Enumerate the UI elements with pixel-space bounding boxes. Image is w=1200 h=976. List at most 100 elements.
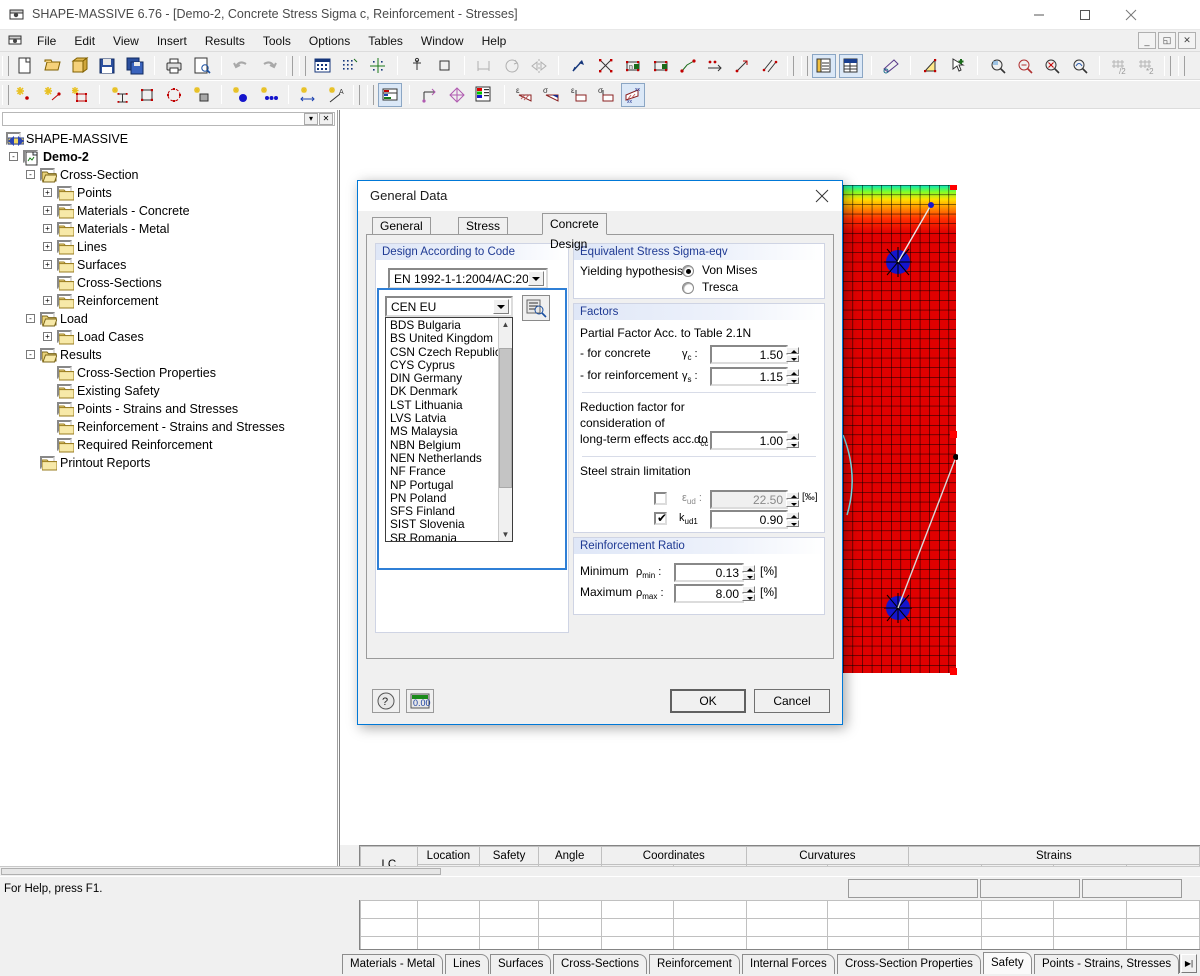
section-shape-icon[interactable] (919, 54, 943, 78)
i-section-icon[interactable] (108, 83, 132, 107)
toolbar-grip[interactable] (366, 85, 374, 105)
kud-field[interactable]: 0.90 (710, 510, 799, 529)
table-cell-empty[interactable] (980, 918, 1055, 937)
table-cell-empty[interactable] (673, 936, 748, 949)
tab-general-data[interactable]: General Data (372, 217, 431, 250)
table-cell-empty[interactable] (600, 936, 675, 949)
table-cell-empty[interactable] (980, 936, 1055, 949)
view-render-icon[interactable] (879, 54, 903, 78)
tree-expander-icon[interactable]: - (26, 314, 35, 323)
tree-item[interactable]: + Load Cases (6, 328, 333, 346)
navigator-close-button[interactable]: ✕ (319, 113, 333, 125)
tree-expander-icon[interactable]: + (43, 242, 52, 251)
tree-item[interactable]: + Materials - Metal (6, 220, 333, 238)
table-cell-empty[interactable] (1126, 900, 1200, 919)
extend-line-icon[interactable] (703, 54, 727, 78)
menu-help[interactable]: Help (473, 32, 516, 50)
table-cell-empty[interactable] (600, 900, 675, 919)
tab-stress-points[interactable]: Stress Points (458, 217, 509, 250)
tree-expander-icon[interactable]: - (26, 170, 35, 179)
redo-icon[interactable] (257, 54, 281, 78)
table-cell-empty[interactable] (1126, 936, 1200, 949)
tree-item[interactable]: + Lines (6, 238, 333, 256)
toolbar-grip[interactable] (2, 56, 9, 76)
table-cell-empty[interactable] (360, 936, 418, 949)
table-cell-empty[interactable] (360, 918, 418, 937)
menu-insert[interactable]: Insert (148, 32, 196, 50)
reinforcement-factor-spinner[interactable] (786, 369, 799, 384)
table-cell-empty[interactable] (479, 936, 539, 949)
zoom-window-icon[interactable] (986, 54, 1010, 78)
rect-section-icon[interactable] (135, 83, 159, 107)
national-annex-option[interactable]: SR Romania (386, 531, 498, 541)
menu-edit[interactable]: Edit (65, 32, 104, 50)
delete-node-icon[interactable] (594, 54, 618, 78)
national-annex-combo[interactable]: CEN EU (385, 296, 513, 317)
table-cell-empty[interactable] (537, 900, 602, 919)
grid-double-icon[interactable]: *2 (1135, 54, 1159, 78)
tree-item[interactable]: Existing Safety (6, 382, 333, 400)
table-cell-empty[interactable] (826, 936, 909, 949)
horizontal-scrollbar[interactable] (0, 866, 1200, 876)
tree-expander-icon[interactable]: + (43, 296, 52, 305)
tab-concrete-design[interactable]: Concrete Design (542, 213, 607, 251)
principal-axes-icon[interactable] (445, 83, 469, 107)
scroll-down-icon[interactable]: ▼ (499, 528, 512, 541)
cross-section-props-icon[interactable] (377, 83, 402, 107)
rho-max-field[interactable]: 8.00 (674, 584, 755, 603)
tree-expander-icon[interactable]: + (43, 206, 52, 215)
dialog-titlebar[interactable]: General Data (358, 181, 842, 211)
national-annex-option[interactable]: NF France (386, 464, 498, 478)
tree-item[interactable]: - Load (6, 310, 333, 328)
tree-item[interactable]: + Points (6, 184, 333, 202)
kud-checkbox[interactable] (654, 511, 667, 525)
table-cell-empty[interactable] (980, 900, 1055, 919)
concrete-factor-field[interactable]: 1.50 (710, 345, 799, 364)
toolbar-grip[interactable] (800, 56, 808, 76)
save-all-icon[interactable] (123, 54, 147, 78)
toolbar-grip[interactable] (353, 85, 361, 105)
select-arrow-icon[interactable] (567, 54, 591, 78)
table-grid-icon[interactable] (839, 54, 864, 78)
kud-spinner[interactable] (786, 512, 799, 527)
table-cell-empty[interactable] (479, 918, 539, 937)
toolbar-grip[interactable] (1177, 56, 1185, 76)
tree-item[interactable]: Printout Reports (6, 454, 333, 472)
menu-tools[interactable]: Tools (254, 32, 300, 50)
national-annex-option[interactable]: DK Denmark (386, 385, 498, 399)
national-annex-details-button[interactable] (522, 295, 550, 321)
table-cell-empty[interactable] (673, 918, 748, 937)
table-row-empty[interactable] (360, 936, 1200, 949)
table-cell-empty[interactable] (907, 936, 982, 949)
open-project-icon[interactable] (68, 54, 92, 78)
chevron-down-icon[interactable] (493, 299, 509, 314)
eud-spinner[interactable] (786, 492, 799, 507)
cross-section-graphic[interactable] (843, 185, 958, 675)
bottom-tab[interactable]: Cross-Section Properties (837, 954, 981, 974)
fill-surface-icon[interactable] (190, 83, 214, 107)
maximize-button[interactable] (1062, 0, 1108, 30)
bottom-tab[interactable]: Points - Strains, Stresses (1034, 954, 1180, 974)
table-cell-empty[interactable] (416, 900, 481, 919)
ok-button[interactable]: OK (670, 689, 746, 713)
save-icon[interactable] (95, 54, 119, 78)
navigator-dropdown-button[interactable]: ▾ (304, 113, 318, 125)
national-annex-option[interactable]: CYS Cyprus (386, 358, 498, 372)
bottom-tab[interactable]: Lines (445, 954, 489, 974)
tree-expander-icon[interactable]: - (26, 350, 35, 359)
zoom-all-icon[interactable] (1068, 54, 1092, 78)
table-cell-empty[interactable] (416, 918, 481, 937)
zoom-out-icon[interactable] (1040, 54, 1064, 78)
dimension-angle-icon[interactable]: A (324, 83, 348, 107)
tree-item[interactable]: Reinforcement - Strains and Stresses (6, 418, 333, 436)
zoom-in-icon[interactable] (1013, 54, 1037, 78)
tree-expander-icon[interactable]: + (43, 332, 52, 341)
dialog-close-button[interactable] (810, 185, 834, 207)
table-cell-empty[interactable] (746, 936, 828, 949)
rho-max-spinner[interactable] (742, 586, 755, 601)
strain-vertical-icon[interactable]: ε (567, 83, 591, 107)
menu-view[interactable]: View (104, 32, 148, 50)
national-annex-option[interactable]: BDS Bulgaria (386, 318, 498, 332)
new-surface-icon[interactable] (68, 83, 92, 107)
parallel-lines-icon[interactable] (758, 54, 782, 78)
